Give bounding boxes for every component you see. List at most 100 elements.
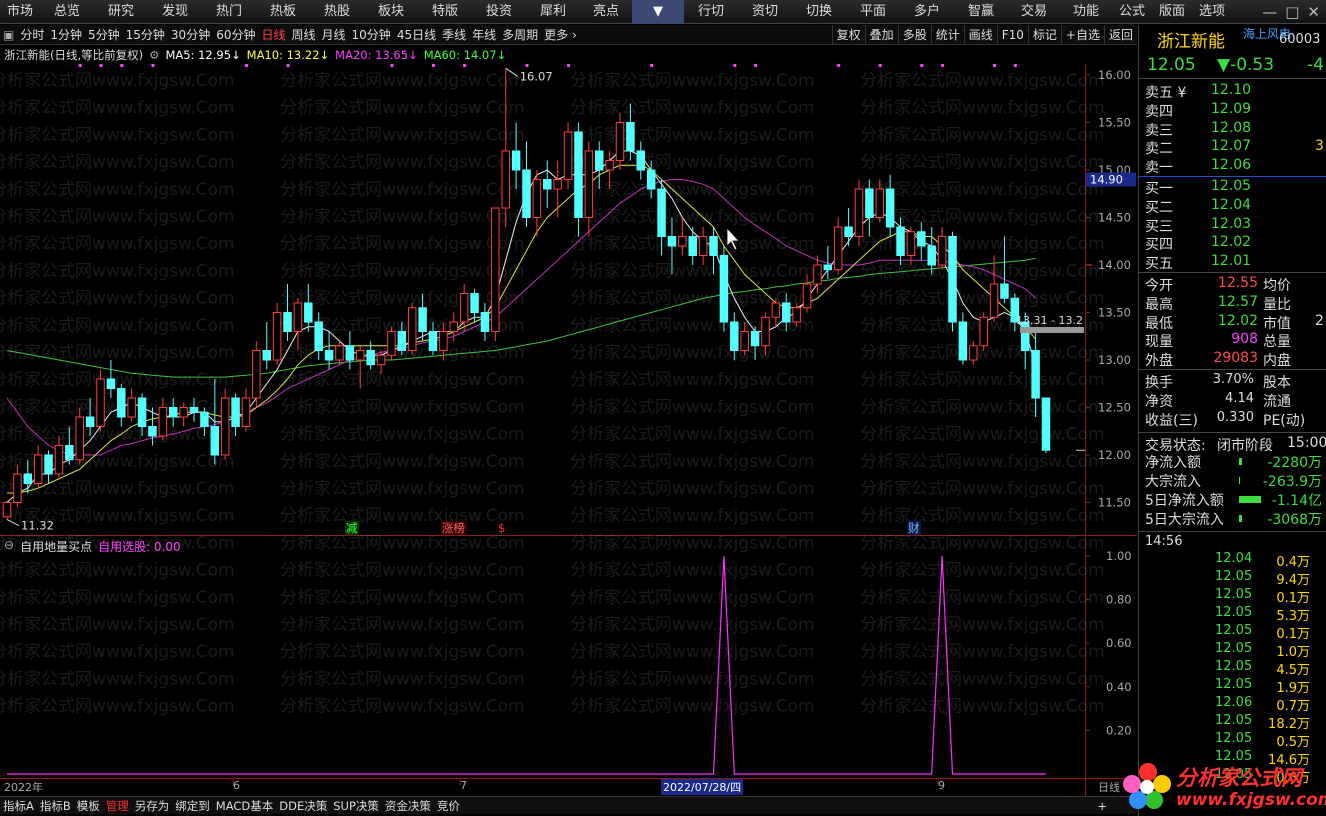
period-tab-3[interactable]: 15分钟 xyxy=(123,26,168,43)
candle-body xyxy=(54,445,64,475)
menu-item-4[interactable]: 热门 xyxy=(202,0,256,24)
menu-item-20[interactable]: 功能 xyxy=(1060,0,1112,24)
menu-item-21[interactable]: 公式 xyxy=(1112,0,1152,24)
settings-icon[interactable]: ⚙ xyxy=(149,48,159,62)
close-icon[interactable]: ✕ xyxy=(1307,3,1320,21)
event-mark[interactable]: 涨榜 xyxy=(442,521,465,535)
minimize-icon[interactable]: — xyxy=(1262,3,1277,21)
menu-item-8[interactable]: 特版 xyxy=(418,0,472,24)
collapse-icon[interactable]: ⊖ xyxy=(4,538,14,555)
candle-body xyxy=(865,188,874,218)
tick-vol: 0.7万 xyxy=(1276,698,1310,714)
x-label-cursor: 2022/07/28/四 xyxy=(661,779,744,795)
bottom-tab-3[interactable]: 管理 xyxy=(103,798,132,814)
menu-item-12[interactable]: ▼ xyxy=(632,0,684,24)
bid-row: 买四 12.02 xyxy=(1139,234,1326,253)
flow-value: -2280万 xyxy=(1267,455,1322,472)
price-change: ▼-0.53 xyxy=(1217,55,1275,75)
watermark-text: 分析家公式网www.fxjgsw.Com xyxy=(280,207,525,227)
bid-row: 买三 12.03 xyxy=(1139,216,1326,235)
menu-item-16[interactable]: 平面 xyxy=(846,0,900,24)
bottom-tab-5[interactable]: 绑定到 xyxy=(172,798,213,814)
menu-item-0[interactable]: 市场 xyxy=(0,0,40,24)
signal-dot xyxy=(837,64,841,67)
maximize-icon[interactable]: □ xyxy=(1285,3,1299,21)
candle-body xyxy=(491,207,500,332)
toolbar-button-0[interactable]: 复权 xyxy=(831,25,865,45)
chart-menu-icon[interactable]: ▣ xyxy=(0,28,17,42)
period-tab-9[interactable]: 10分钟 xyxy=(349,26,394,43)
menu-item-10[interactable]: 犀利 xyxy=(526,0,580,24)
bottom-tab-0[interactable]: 指标A xyxy=(0,798,37,814)
toolbar-button-7[interactable]: +自选 xyxy=(1060,25,1104,45)
menu-item-3[interactable]: 发现 xyxy=(148,0,202,24)
flow-label: 5日净流入额 xyxy=(1145,492,1224,509)
event-mark[interactable]: $ xyxy=(498,521,505,535)
event-mark[interactable]: 减 xyxy=(346,521,358,535)
ask-vol: 3 xyxy=(1315,138,1324,155)
toolbar-button-1[interactable]: 叠加 xyxy=(864,25,898,45)
candle-body xyxy=(761,316,770,347)
bottom-tab-10[interactable]: 竞价 xyxy=(434,798,463,814)
stat2-label-right: 股本 xyxy=(1263,374,1291,391)
period-tab-14[interactable]: 更多 › xyxy=(541,26,580,43)
stat-row: 今开 12.55 均价 xyxy=(1139,275,1326,294)
menu-item-2[interactable]: 研究 xyxy=(94,0,148,24)
toolbar-button-8[interactable]: 返回 xyxy=(1103,25,1137,45)
toolbar-button-6[interactable]: 标记 xyxy=(1027,25,1061,45)
bottom-tab-2[interactable]: 模板 xyxy=(74,798,103,814)
menu-item-22[interactable]: 版面 xyxy=(1152,0,1192,24)
period-tab-13[interactable]: 多周期 xyxy=(499,26,541,43)
candle-body xyxy=(979,316,988,347)
toolbar-button-2[interactable]: 多股 xyxy=(897,25,931,45)
candle-body xyxy=(501,150,510,209)
period-tab-4[interactable]: 30分钟 xyxy=(168,26,213,43)
menu-item-9[interactable]: 投资 xyxy=(472,0,526,24)
period-tab-10[interactable]: 45日线 xyxy=(394,26,439,43)
bottom-tab-9[interactable]: 资金决策 xyxy=(382,798,434,814)
menu-item-1[interactable]: 总览 xyxy=(40,0,94,24)
period-tab-7[interactable]: 周线 xyxy=(289,26,319,43)
signal-dot xyxy=(733,64,737,67)
bottom-tab-7[interactable]: DDE决策 xyxy=(276,798,330,814)
tick-vol: 0.5万 xyxy=(1276,734,1310,750)
period-tab-5[interactable]: 60分钟 xyxy=(213,26,258,43)
menu-item-14[interactable]: 资切 xyxy=(738,0,792,24)
price-tick-label: 13.00 xyxy=(1098,353,1131,367)
menu-item-5[interactable]: 热板 xyxy=(256,0,310,24)
period-tab-11[interactable]: 季线 xyxy=(439,26,469,43)
period-tab-2[interactable]: 5分钟 xyxy=(85,26,123,43)
menu-item-13[interactable]: 行切 xyxy=(684,0,738,24)
x-label-m6: 6 xyxy=(233,779,240,792)
toolbar-button-4[interactable]: 画线 xyxy=(963,25,997,45)
toolbar-button-5[interactable]: F10 xyxy=(996,25,1028,45)
bottom-tab-4[interactable]: 另存为 xyxy=(132,798,173,814)
menu-item-15[interactable]: 切换 xyxy=(792,0,846,24)
candle-body xyxy=(906,231,916,256)
period-tab-12[interactable]: 年线 xyxy=(469,26,499,43)
event-mark[interactable]: 财 xyxy=(908,521,920,535)
flow-label: 净流入额 xyxy=(1145,455,1201,472)
ind-tick-label: 0.40 xyxy=(1106,680,1132,694)
period-tab-8[interactable]: 月线 xyxy=(319,26,349,43)
ask-label: 卖四 xyxy=(1145,103,1173,120)
menu-item-23[interactable]: 选项 xyxy=(1192,0,1232,24)
menu-item-17[interactable]: 多户 xyxy=(900,0,954,24)
bottom-tab-8[interactable]: SUP决策 xyxy=(330,798,382,814)
price-chart[interactable]: 分析家公式网www.fxjgsw.Com 分析家公式网www.fxjgsw.Com… xyxy=(0,64,1137,796)
bottom-tab-6[interactable]: MACD基本 xyxy=(213,798,276,814)
candle-body xyxy=(813,264,822,285)
bottom-tab-1[interactable]: 指标B xyxy=(37,798,74,814)
axis-right-label: 日线 xyxy=(1098,781,1120,794)
menu-item-7[interactable]: 板块 xyxy=(364,0,418,24)
period-tab-1[interactable]: 1分钟 xyxy=(47,26,85,43)
menu-item-6[interactable]: 热股 xyxy=(310,0,364,24)
menu-item-11[interactable]: 亮点 xyxy=(580,0,632,24)
flow-row: 5日大宗流入 -3068万 xyxy=(1139,509,1326,528)
period-tab-0[interactable]: 分时 xyxy=(17,26,47,43)
toolbar-button-3[interactable]: 统计 xyxy=(930,25,964,45)
period-tab-6[interactable]: 日线 xyxy=(258,26,288,43)
range-label: 13.31 - 13.2 xyxy=(1016,314,1083,327)
menu-item-18[interactable]: 智赢 xyxy=(954,0,1008,24)
menu-item-19[interactable]: 交易 xyxy=(1008,0,1060,24)
